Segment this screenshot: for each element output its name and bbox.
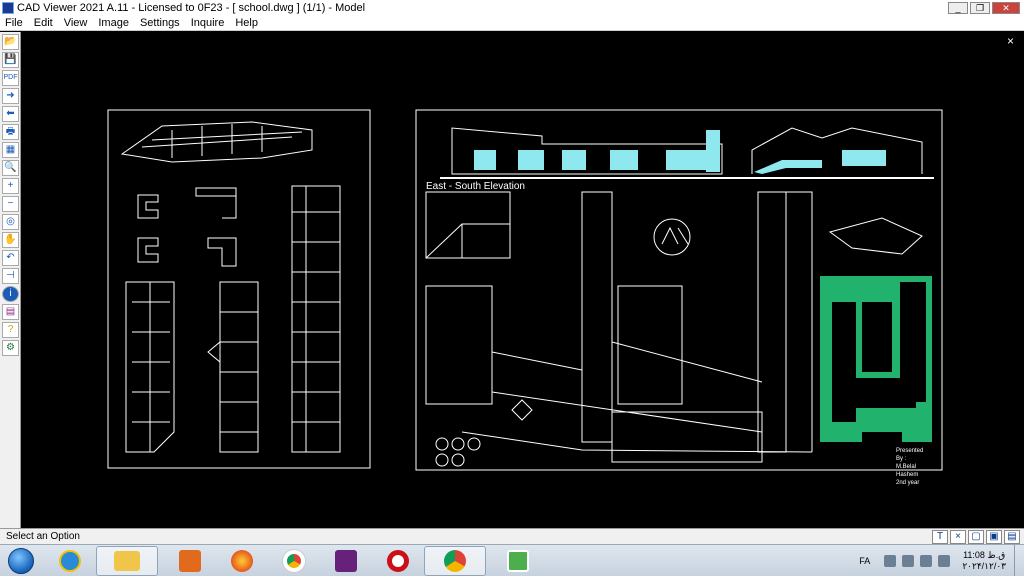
presented-line-5: 2nd year xyxy=(896,480,919,486)
clock[interactable]: 11:08 ق.ظ ۲۰۲۴/۱۲/۰۳ xyxy=(962,550,1006,572)
measure-icon[interactable]: ⊣ xyxy=(2,268,19,284)
text-tool-button[interactable]: T xyxy=(932,529,948,544)
status-text: Select an Option xyxy=(6,531,80,542)
show-desktop-button[interactable] xyxy=(1014,545,1024,576)
title-bar: CAD Viewer 2021 A.11 - Licensed to 0F23 … xyxy=(0,0,1024,16)
menu-image[interactable]: Image xyxy=(93,17,135,29)
windows-logo-icon xyxy=(8,547,34,574)
taskbar-chrome[interactable] xyxy=(274,546,314,576)
pan-icon[interactable]: ✋ xyxy=(2,232,19,248)
status-bar: Select an Option T × ▢ ▣ ▤ xyxy=(0,528,1024,544)
zoom-window-icon[interactable]: ◎ xyxy=(2,214,19,230)
firefox-icon xyxy=(231,549,253,572)
taskbar-firefox[interactable] xyxy=(222,546,262,576)
menu-inquire[interactable]: Inquire xyxy=(186,17,231,29)
elevation-tall xyxy=(291,185,341,453)
windows-taskbar: FA 11:08 ق.ظ ۲۰۲۴/۱۲/۰۳ xyxy=(0,544,1024,576)
menu-edit[interactable]: Edit xyxy=(29,17,59,29)
zoom-icon[interactable]: 🔍 xyxy=(2,160,19,176)
delete-button[interactable]: × xyxy=(950,529,966,544)
frame-button[interactable]: ▢ xyxy=(968,529,984,544)
menu-bar: File Edit View Image Settings Inquire He… xyxy=(0,16,1024,31)
presented-line-1: Presented xyxy=(896,448,923,454)
taskbar-internet-explorer[interactable] xyxy=(50,546,90,576)
menu-settings[interactable]: Settings xyxy=(135,17,186,29)
show-hidden-icons-icon[interactable] xyxy=(884,555,897,567)
plan-block-a xyxy=(425,285,493,405)
left-toolbar: 📂 💾 PDF ➜ ⬅ 🖶 ▦ 🔍 + − ◎ ✋ ↶ ⊣ i ▤ ? ⚙ xyxy=(0,32,21,528)
media-player-icon xyxy=(179,549,201,572)
menu-help[interactable]: Help xyxy=(230,17,264,29)
zoom-in-icon[interactable]: + xyxy=(2,178,19,194)
taskbar-cad-viewer[interactable] xyxy=(498,546,538,576)
volume-icon[interactable] xyxy=(902,555,915,567)
taskbar-chrome-alt[interactable] xyxy=(424,545,486,576)
drawing-label: East - South Elevation xyxy=(426,181,525,192)
pdf-icon[interactable]: PDF xyxy=(2,70,19,86)
back-arrow-icon[interactable]: ⬅ xyxy=(2,106,19,122)
opera-icon xyxy=(387,549,409,572)
restore-button[interactable]: ❐ xyxy=(970,2,990,14)
presented-line-4: Hashem xyxy=(896,472,918,478)
undo-icon[interactable]: ↶ xyxy=(2,250,19,266)
battery-icon[interactable] xyxy=(938,555,951,567)
clock-date: ۲۰۲۴/۱۲/۰۳ xyxy=(962,561,1006,571)
menu-view[interactable]: View xyxy=(59,17,94,29)
plan-corridor xyxy=(581,191,613,443)
cad-app-icon xyxy=(2,2,14,14)
window-title: CAD Viewer 2021 A.11 - Licensed to 0F23 … xyxy=(17,2,366,14)
minimize-button[interactable]: _ xyxy=(948,2,968,14)
cad-viewer-app: CAD Viewer 2021 A.11 - Licensed to 0F23 … xyxy=(0,0,1024,576)
chrome-icon xyxy=(283,549,305,572)
layout-button[interactable]: ▣ xyxy=(986,529,1002,544)
cad-viewer-icon xyxy=(507,549,529,572)
taskbar-opera[interactable] xyxy=(378,546,418,576)
forward-arrow-icon[interactable]: ➜ xyxy=(2,88,19,104)
print-icon[interactable]: 🖶 xyxy=(2,124,19,140)
system-tray: FA 11:08 ق.ظ ۲۰۲۴/۱۲/۰۳ xyxy=(859,545,1024,576)
visual-studio-icon xyxy=(335,549,357,572)
zoom-out-icon[interactable]: − xyxy=(2,196,19,212)
book-icon[interactable]: ▤ xyxy=(2,304,19,320)
taskbar-visual-studio[interactable] xyxy=(326,546,366,576)
settings-icon[interactable]: ⚙ xyxy=(2,340,19,356)
sheet-button[interactable]: ▤ xyxy=(1004,529,1020,544)
save-icon[interactable]: 💾 xyxy=(2,52,19,68)
info-icon[interactable]: i xyxy=(2,286,19,302)
internet-explorer-icon xyxy=(59,549,81,572)
taskbar-file-manager[interactable] xyxy=(96,545,158,576)
presented-line-3: M.Belal xyxy=(896,464,916,470)
presented-line-2: By : xyxy=(896,456,907,462)
taskbar-media-player[interactable] xyxy=(170,546,210,576)
drawing-canvas[interactable]: × East - South Elevation Presented By: … xyxy=(22,32,1024,528)
folder-icon xyxy=(114,550,140,571)
clock-time: 11:08 ق.ظ xyxy=(963,550,1006,560)
language-indicator[interactable]: FA xyxy=(859,556,870,566)
cad-drawing: East - South Elevation Presented By : M.… xyxy=(107,109,943,486)
close-button[interactable]: ✕ xyxy=(992,2,1020,14)
menu-file[interactable]: File xyxy=(0,17,29,29)
network-icon[interactable] xyxy=(920,555,933,567)
layers-icon[interactable]: ▦ xyxy=(2,142,19,158)
chrome-alt-icon xyxy=(444,549,466,572)
north-arrow xyxy=(653,218,691,256)
left-sheet-border xyxy=(107,109,371,469)
open-icon[interactable]: 📂 xyxy=(2,34,19,50)
massing-diagram xyxy=(137,194,159,219)
help-icon[interactable]: ? xyxy=(2,322,19,338)
start-button[interactable] xyxy=(4,546,38,576)
interior-perspective xyxy=(425,191,511,259)
